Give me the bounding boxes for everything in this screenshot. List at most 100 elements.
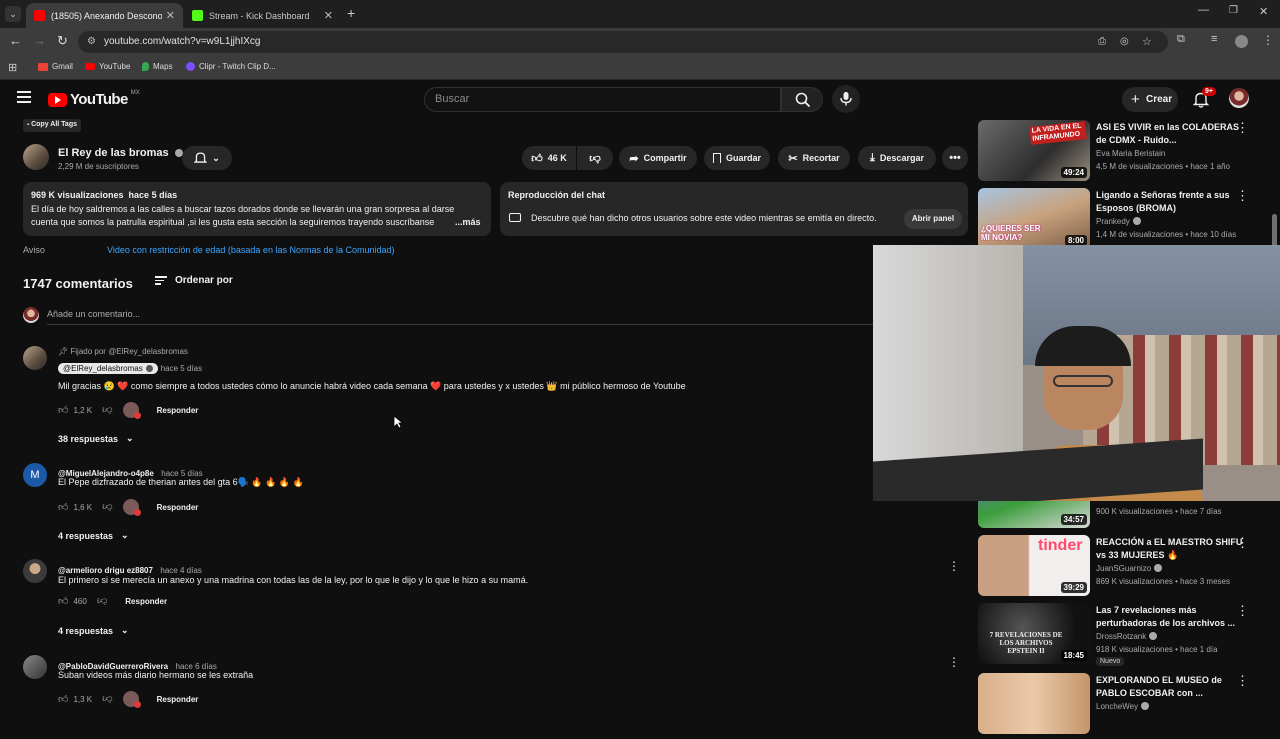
- pinned-text: Fijado por @ElRey_delasbromas: [70, 347, 188, 356]
- close-tab-icon[interactable]: ✕: [324, 9, 333, 22]
- video-thumbnail[interactable]: tinder 39:29: [978, 535, 1090, 596]
- comment-menu-icon[interactable]: ⋮: [948, 655, 960, 669]
- dislike-comment-icon[interactable]: 👍︎: [97, 595, 107, 607]
- channel-name[interactable]: El Rey de las bromas: [58, 147, 183, 159]
- eye-off-icon[interactable]: ◎: [1120, 31, 1129, 53]
- bookmark-youtube[interactable]: YouTube: [85, 62, 130, 71]
- bookmark-clipr[interactable]: Clipr - Twitch Clip D...: [186, 62, 276, 71]
- show-more-link[interactable]: ...más: [455, 217, 481, 227]
- view-replies-button[interactable]: 4 respuestas ⌄: [58, 625, 129, 636]
- dislike-comment-icon[interactable]: 👍︎: [102, 693, 112, 705]
- address-bar[interactable]: ⚙ youtube.com/watch?v=w9L1jjhIXcg ⎙ ◎ ☆: [78, 31, 1168, 53]
- sort-button[interactable]: Ordenar por: [155, 275, 233, 286]
- related-video[interactable]: LA VIDA EN EL INFRAMUNDO 49:24 ASI ES VI…: [978, 120, 1268, 186]
- reply-button[interactable]: Responder: [157, 406, 199, 415]
- download-button[interactable]: ⤓ Descargar: [858, 146, 936, 170]
- video-thumbnail[interactable]: 7 REVELACIONES DE LOS ARCHIVOS EPSTEIN I…: [978, 603, 1090, 664]
- account-avatar[interactable]: [1229, 88, 1249, 108]
- like-button[interactable]: 👍︎ 46 K: [522, 146, 576, 170]
- new-tab-icon[interactable]: +: [347, 5, 355, 21]
- search-button[interactable]: [781, 87, 823, 112]
- video-thumbnail[interactable]: ¿QUIERES SER MI NOVIA? 8:00: [978, 188, 1090, 249]
- view-replies-button[interactable]: 4 respuestas ⌄: [58, 530, 129, 541]
- comment-handle[interactable]: @armelioro drigu ez8807: [58, 566, 153, 575]
- chat-icon: [509, 213, 521, 222]
- subscription-bell-button[interactable]: ⌄: [182, 146, 232, 170]
- tab-youtube[interactable]: (18505) Anexando Desconocid ✕: [26, 3, 183, 28]
- open-panel-button[interactable]: Abrir panel: [904, 209, 962, 229]
- related-video[interactable]: 7 REVELACIONES DE LOS ARCHIVOS EPSTEIN I…: [978, 603, 1268, 669]
- bookmark-maps[interactable]: Maps: [142, 62, 173, 71]
- related-video[interactable]: tinder 39:29 REACCIÓN a EL MAESTRO SHIFU…: [978, 535, 1268, 601]
- notifications-button[interactable]: 9+: [1192, 87, 1216, 113]
- tab-search-icon[interactable]: ⌄: [5, 6, 21, 22]
- video-thumbnail[interactable]: LA VIDA EN EL INFRAMUNDO 49:24: [978, 120, 1090, 181]
- creator-handle-badge[interactable]: @ElRey_delasbromas: [58, 363, 158, 374]
- channel-avatar[interactable]: [23, 144, 49, 170]
- comment-avatar[interactable]: M: [23, 463, 47, 487]
- more-options-icon[interactable]: ⋮: [1236, 120, 1249, 136]
- more-options-icon[interactable]: ⋮: [1236, 673, 1249, 689]
- comment-avatar[interactable]: [23, 655, 47, 679]
- more-options-icon[interactable]: ⋮: [1236, 188, 1249, 204]
- channel-label: JuanSGuarnizo: [1096, 564, 1152, 573]
- youtube-favicon-icon: [34, 10, 45, 21]
- minimize-icon[interactable]: —: [1198, 4, 1209, 16]
- comment-actions: 👍︎ 1,6 K 👍︎ Responder: [58, 499, 199, 516]
- more-options-icon[interactable]: ⋮: [1236, 603, 1249, 619]
- tab-kick[interactable]: Stream - Kick Dashboard ✕: [184, 3, 341, 28]
- back-icon[interactable]: ←: [9, 33, 22, 48]
- hamburger-menu-icon[interactable]: [17, 91, 31, 103]
- thumbnail-text: 7 REVELACIONES DE LOS ARCHIVOS EPSTEIN I…: [989, 631, 1063, 655]
- create-button[interactable]: + Crear: [1122, 87, 1178, 112]
- youtube-play-icon: [48, 92, 67, 107]
- search-input[interactable]: Buscar: [424, 87, 781, 112]
- clip-button[interactable]: ✂ Recortar: [778, 146, 850, 170]
- microphone-icon: [840, 92, 852, 106]
- comment-menu-icon[interactable]: ⋮: [948, 559, 960, 573]
- like-comment-icon[interactable]: 👍︎: [58, 693, 68, 705]
- age-restriction-link[interactable]: Video con restricción de edad (basada en…: [107, 245, 395, 255]
- reply-button[interactable]: Responder: [125, 597, 167, 606]
- voice-search-button[interactable]: [832, 85, 860, 113]
- reading-list-icon[interactable]: ≡: [1211, 33, 1217, 45]
- like-comment-icon[interactable]: 👍︎: [58, 595, 68, 607]
- reload-icon[interactable]: ↻: [57, 33, 68, 49]
- install-icon[interactable]: ⎙: [1098, 31, 1106, 53]
- close-window-icon[interactable]: ✕: [1259, 5, 1268, 18]
- save-button[interactable]: Guardar: [704, 146, 770, 170]
- description-box[interactable]: 969 K visualizaciones hace 5 días El día…: [23, 182, 491, 236]
- copy-all-tags-button[interactable]: ▪ Copy All Tags: [23, 119, 81, 132]
- add-comment-input[interactable]: Añade un comentario...: [47, 309, 873, 325]
- browser-menu-icon[interactable]: ⋮: [1262, 33, 1274, 47]
- comment-avatar[interactable]: [23, 559, 47, 583]
- bookmark-star-icon[interactable]: ☆: [1142, 31, 1152, 53]
- extensions-icon[interactable]: ⧉: [1177, 33, 1185, 46]
- more-options-icon[interactable]: ⋮: [1236, 535, 1249, 551]
- comment-thread: @PabloDavidGuerreroRivera hace 6 días Su…: [23, 655, 960, 715]
- more-actions-button[interactable]: •••: [942, 146, 968, 170]
- video-thumbnail[interactable]: [978, 673, 1090, 734]
- sidebar-scrollbar[interactable]: [1272, 214, 1277, 248]
- restore-icon[interactable]: ❐: [1229, 5, 1238, 16]
- dislike-comment-icon[interactable]: 👍︎: [102, 404, 112, 416]
- site-info-icon[interactable]: ⚙: [87, 31, 96, 53]
- related-video[interactable]: EXPLORANDO EL MUSEO de PABLO ESCOBAR con…: [978, 673, 1268, 739]
- video-channel: DrossRotzank: [1096, 632, 1158, 641]
- view-replies-button[interactable]: 38 respuestas ⌄: [58, 433, 134, 444]
- share-button[interactable]: ➦ Compartir: [619, 146, 697, 170]
- like-comment-icon[interactable]: 👍︎: [58, 404, 68, 416]
- scissors-icon: ✂: [788, 152, 798, 165]
- close-tab-icon[interactable]: ✕: [166, 9, 175, 22]
- forward-icon[interactable]: →: [33, 33, 46, 48]
- like-comment-icon[interactable]: 👍︎: [58, 501, 68, 513]
- bookmark-gmail[interactable]: Gmail: [38, 62, 73, 71]
- dislike-comment-icon[interactable]: 👍︎: [102, 501, 112, 513]
- reply-button[interactable]: Responder: [157, 503, 199, 512]
- comment-avatar[interactable]: [23, 346, 47, 370]
- reply-button[interactable]: Responder: [157, 695, 199, 704]
- profile-avatar[interactable]: [1235, 35, 1248, 48]
- dislike-button[interactable]: 👍︎: [577, 146, 613, 170]
- apps-icon[interactable]: ⊞: [8, 61, 17, 74]
- youtube-logo[interactable]: YouTube MX: [48, 90, 140, 108]
